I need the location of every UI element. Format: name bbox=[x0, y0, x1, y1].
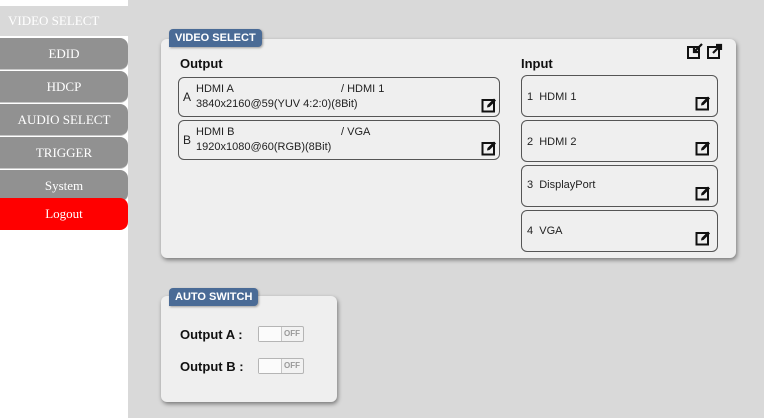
toggle-state: OFF bbox=[284, 329, 300, 338]
sidebar-item-edid[interactable]: EDID bbox=[0, 38, 128, 70]
output-a-name: HDMI A bbox=[196, 83, 234, 95]
edit-icon[interactable] bbox=[481, 97, 497, 113]
main-content: VIDEO SELECT Output Input A HDMI A / HDM… bbox=[128, 0, 764, 418]
output-a-format: 3840x2160@59(YUV 4:2:0)(8Bit) bbox=[196, 98, 358, 110]
edit-icon[interactable] bbox=[695, 140, 711, 156]
output-b-letter: B bbox=[183, 133, 192, 147]
sidebar-item-trigger[interactable]: TRIGGER bbox=[0, 137, 128, 169]
input-1-box[interactable]: 1 HDMI 1 bbox=[521, 75, 718, 117]
output-b-auto-switch-toggle[interactable]: OFF bbox=[258, 358, 304, 374]
video-select-tag: VIDEO SELECT bbox=[169, 29, 262, 47]
sidebar-item-audio-select[interactable]: AUDIO SELECT bbox=[0, 104, 128, 136]
toggle-state: OFF bbox=[284, 361, 300, 370]
output-a-source: / HDMI 1 bbox=[341, 83, 385, 95]
export-icon[interactable] bbox=[707, 43, 723, 59]
input-2-box[interactable]: 2 HDMI 2 bbox=[521, 120, 718, 162]
input-column-title: Input bbox=[521, 56, 553, 71]
output-a-toggle-label: Output A : bbox=[180, 327, 243, 342]
edit-icon[interactable] bbox=[695, 95, 711, 111]
edit-icon[interactable] bbox=[695, 230, 711, 246]
output-a-letter: A bbox=[183, 90, 192, 104]
input-4-label: 4 VGA bbox=[527, 225, 563, 237]
toggle-knob bbox=[259, 359, 282, 373]
output-a-auto-switch-toggle[interactable]: OFF bbox=[258, 326, 304, 342]
toggle-knob bbox=[259, 327, 282, 341]
edit-icon[interactable] bbox=[695, 185, 711, 201]
output-b-format: 1920x1080@60(RGB)(8Bit) bbox=[196, 141, 332, 153]
edit-icon[interactable] bbox=[481, 140, 497, 156]
input-1-label: 1 HDMI 1 bbox=[527, 91, 577, 103]
sidebar-item-video-select[interactable]: VIDEO SELECT bbox=[0, 6, 128, 36]
output-column-title: Output bbox=[180, 56, 223, 71]
auto-switch-tag: AUTO SWITCH bbox=[169, 288, 259, 306]
output-a-box[interactable]: A HDMI A / HDMI 1 3840x2160@59(YUV 4:2:0… bbox=[178, 77, 500, 117]
input-3-box[interactable]: 3 DisplayPort bbox=[521, 165, 718, 207]
output-b-box[interactable]: B HDMI B / VGA 1920x1080@60(RGB)(8Bit) bbox=[178, 120, 500, 160]
output-b-name: HDMI B bbox=[196, 126, 235, 138]
sidebar: VIDEO SELECT EDID HDCP AUDIO SELECT TRIG… bbox=[0, 0, 128, 418]
sidebar-item-logout[interactable]: Logout bbox=[0, 198, 128, 230]
input-2-label: 2 HDMI 2 bbox=[527, 136, 577, 148]
import-icon[interactable] bbox=[687, 43, 703, 59]
input-3-label: 3 DisplayPort bbox=[527, 179, 596, 191]
output-b-source: / VGA bbox=[341, 126, 371, 138]
sidebar-item-hdcp[interactable]: HDCP bbox=[0, 71, 128, 103]
input-4-box[interactable]: 4 VGA bbox=[521, 210, 718, 252]
auto-switch-panel bbox=[161, 296, 337, 402]
output-b-toggle-label: Output B : bbox=[180, 359, 244, 374]
